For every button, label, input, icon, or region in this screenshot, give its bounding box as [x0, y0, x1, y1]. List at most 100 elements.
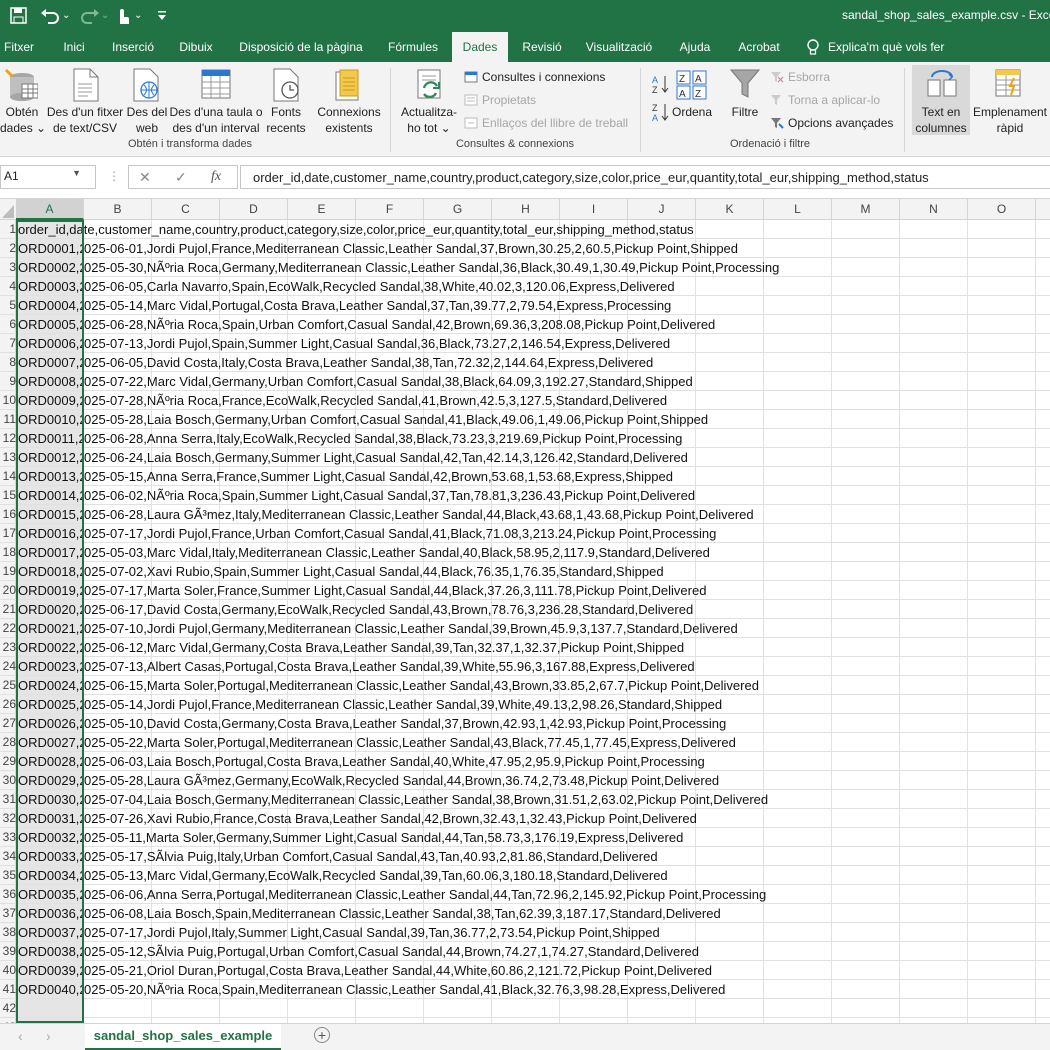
row-header-38[interactable]: 38: [0, 923, 16, 942]
column-header-e[interactable]: E: [288, 199, 356, 220]
enter-icon[interactable]: ✓: [175, 169, 187, 186]
row-header-33[interactable]: 33: [0, 828, 16, 847]
column-header-l[interactable]: L: [764, 199, 832, 220]
undo-icon[interactable]: [40, 7, 60, 27]
tab-view[interactable]: Visualització: [580, 32, 658, 62]
sheet-prev-icon[interactable]: ‹: [18, 1028, 23, 1044]
column-header-d[interactable]: D: [220, 199, 288, 220]
row-header-19[interactable]: 19: [0, 562, 16, 581]
column-header-f[interactable]: F: [356, 199, 424, 220]
save-icon[interactable]: [10, 7, 28, 27]
name-box[interactable]: A1 ▼: [0, 165, 96, 189]
row-header-9[interactable]: 9: [0, 372, 16, 391]
row-header-27[interactable]: 27: [0, 714, 16, 733]
row-header-41[interactable]: 41: [0, 980, 16, 999]
tab-review[interactable]: Revisió: [516, 32, 568, 62]
row-header-25[interactable]: 25: [0, 676, 16, 695]
tab-page-layout[interactable]: Disposició de la pàgina: [232, 32, 370, 62]
name-box-dropdown-icon[interactable]: ▼: [72, 168, 81, 178]
row-header-35[interactable]: 35: [0, 866, 16, 885]
touch-dropdown-icon[interactable]: ⌄: [134, 6, 142, 26]
tab-data[interactable]: Dades: [452, 32, 508, 62]
queries-connections-button[interactable]: Consultes i connexions: [464, 69, 605, 85]
row-header-24[interactable]: 24: [0, 657, 16, 676]
redo-icon[interactable]: [80, 7, 100, 27]
row-header-18[interactable]: 18: [0, 543, 16, 562]
insert-function-icon[interactable]: fx: [211, 169, 221, 185]
row-header-8[interactable]: 8: [0, 353, 16, 372]
column-header-k[interactable]: K: [696, 199, 764, 220]
row-header-2[interactable]: 2: [0, 239, 16, 258]
row-header-39[interactable]: 39: [0, 942, 16, 961]
tab-file[interactable]: Fitxer: [0, 32, 38, 62]
tab-acrobat[interactable]: Acrobat: [730, 32, 788, 62]
row-header-11[interactable]: 11: [0, 410, 16, 429]
row-header-29[interactable]: 29: [0, 752, 16, 771]
customize-qat-icon[interactable]: [157, 10, 167, 30]
row-header-14[interactable]: 14: [0, 467, 16, 486]
column-header-a[interactable]: A: [16, 199, 84, 220]
row-header-4[interactable]: 4: [0, 277, 16, 296]
row-header-40[interactable]: 40: [0, 961, 16, 980]
formula-input[interactable]: order_id,date,customer_name,country,prod…: [240, 165, 1050, 189]
row-header-5[interactable]: 5: [0, 296, 16, 315]
column-header-i[interactable]: I: [560, 199, 628, 220]
cell-overflow-text: 025-07-26,Xavi Rubio,France,Costa Brava,…: [84, 811, 697, 826]
tab-insert[interactable]: Inserció: [104, 32, 162, 62]
row-header-6[interactable]: 6: [0, 315, 16, 334]
row-header-32[interactable]: 32: [0, 809, 16, 828]
row-header-34[interactable]: 34: [0, 847, 16, 866]
column-header-n[interactable]: N: [900, 199, 968, 220]
redo-dropdown-icon[interactable]: ⌄: [101, 6, 109, 26]
row-header-10[interactable]: 10: [0, 391, 16, 410]
row-header-16[interactable]: 16: [0, 505, 16, 524]
column-header-m[interactable]: M: [832, 199, 900, 220]
row-header-21[interactable]: 21: [0, 600, 16, 619]
tab-home[interactable]: Inici: [52, 32, 96, 62]
text-file-icon: [73, 68, 99, 102]
sheet-tab-active[interactable]: sandal_shop_sales_example: [85, 1024, 281, 1050]
cells-area[interactable]: order_id,date,customer_name,country,prod…: [16, 220, 1050, 1023]
sheet-next-icon[interactable]: ›: [46, 1028, 51, 1044]
row-header-22[interactable]: 22: [0, 619, 16, 638]
row-header-36[interactable]: 36: [0, 885, 16, 904]
properties-button[interactable]: Propietats: [464, 92, 536, 108]
column-header-b[interactable]: B: [84, 199, 152, 220]
select-all-icon[interactable]: [0, 199, 16, 220]
row-header-37[interactable]: 37: [0, 904, 16, 923]
row-header-17[interactable]: 17: [0, 524, 16, 543]
row-header-1[interactable]: 1: [0, 220, 16, 239]
undo-dropdown-icon[interactable]: ⌄: [62, 6, 70, 26]
row-header-12[interactable]: 12: [0, 429, 16, 448]
row-header-30[interactable]: 30: [0, 771, 16, 790]
column-header-h[interactable]: H: [492, 199, 560, 220]
row-header-20[interactable]: 20: [0, 581, 16, 600]
add-sheet-icon[interactable]: +: [314, 1027, 330, 1043]
column-header-g[interactable]: G: [424, 199, 492, 220]
tab-draw[interactable]: Dibuix: [170, 32, 222, 62]
clear-filter-button[interactable]: Esborra: [770, 69, 830, 85]
column-header-c[interactable]: C: [152, 199, 220, 220]
tab-formulas[interactable]: Fórmules: [380, 32, 446, 62]
row-header-3[interactable]: 3: [0, 258, 16, 277]
worksheet-grid[interactable]: ABCDEFGHIJKLMNO 1 2 3 4 5 6 7 8 9 10 11 12 13 14 15 16 1…: [0, 199, 1050, 1023]
row-header-42[interactable]: 42: [0, 999, 16, 1018]
touch-mode-icon[interactable]: [114, 6, 130, 26]
row-header-15[interactable]: 15: [0, 486, 16, 505]
row-header-7[interactable]: 7: [0, 334, 16, 353]
cell-overflow-text: 025-07-10,Jordi Pujol,Germany,Mediterran…: [84, 621, 738, 636]
column-header-j[interactable]: J: [628, 199, 696, 220]
row-header-26[interactable]: 26: [0, 695, 16, 714]
row-header-31[interactable]: 31: [0, 790, 16, 809]
column-header-o[interactable]: O: [968, 199, 1036, 220]
cancel-icon[interactable]: ✕: [139, 169, 151, 186]
row-header-13[interactable]: 13: [0, 448, 16, 467]
tab-help[interactable]: Ajuda: [672, 32, 718, 62]
row-header-23[interactable]: 23: [0, 638, 16, 657]
tell-me-search[interactable]: Explica'm què vols fer: [828, 32, 958, 62]
workbook-links-button[interactable]: Enllaços del llibre de treball: [464, 115, 628, 131]
advanced-filter-button[interactable]: Opcions avançades: [770, 115, 893, 131]
reapply-filter-button[interactable]: Torna a aplicar-lo: [770, 92, 880, 108]
row-header-28[interactable]: 28: [0, 733, 16, 752]
cell-a: ORD0021,2: [18, 621, 82, 636]
